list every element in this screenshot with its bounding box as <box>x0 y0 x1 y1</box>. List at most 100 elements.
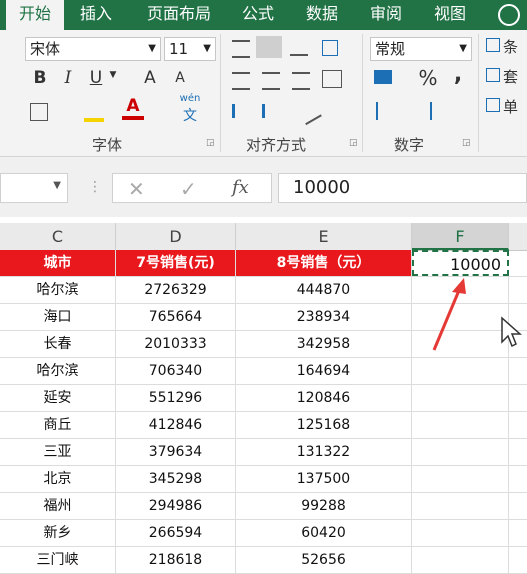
tab-formulas[interactable]: 公式 <box>232 0 284 30</box>
dialog-launcher-icon[interactable]: ◲ <box>206 138 215 148</box>
align-center-icon[interactable] <box>262 72 280 90</box>
wrap-text-icon[interactable] <box>322 40 338 56</box>
comma-style-button[interactable]: , <box>450 62 466 87</box>
cell-city[interactable]: 北京 <box>0 466 116 492</box>
cell-july7-sales[interactable]: 765664 <box>116 304 236 330</box>
dialog-launcher-icon[interactable]: ◲ <box>462 138 471 148</box>
align-left-icon[interactable] <box>232 72 250 90</box>
cell-july8-sales[interactable]: 164694 <box>236 358 412 384</box>
cell-july8-sales[interactable]: 444870 <box>236 277 412 303</box>
cell-f[interactable] <box>412 412 509 438</box>
column-header-e[interactable]: E <box>236 223 412 250</box>
shrink-font-button[interactable]: A <box>170 70 190 86</box>
cell-f[interactable] <box>412 547 509 573</box>
cell-july8-sales[interactable]: 125168 <box>236 412 412 438</box>
format-as-table-button[interactable]: 套 <box>486 66 526 87</box>
tab-review[interactable]: 审阅 <box>360 0 412 30</box>
font-name-dropdown[interactable]: 宋体 ▼ <box>25 37 161 61</box>
column-header-f[interactable]: F <box>412 223 509 250</box>
cell-f[interactable] <box>412 466 509 492</box>
header-cell-city[interactable]: 城市 <box>0 250 116 276</box>
cancel-button[interactable]: ✕ <box>128 177 145 201</box>
cell-f[interactable] <box>412 358 509 384</box>
cell-city[interactable]: 三亚 <box>0 439 116 465</box>
tab-page-layout[interactable]: 页面布局 <box>134 0 224 30</box>
cell-f[interactable] <box>412 439 509 465</box>
cell-city[interactable]: 哈尔滨 <box>0 358 116 384</box>
cell-styles-button[interactable]: 单 <box>486 96 526 117</box>
align-top-icon[interactable] <box>232 40 250 58</box>
cell-f[interactable] <box>412 493 509 519</box>
tab-home[interactable]: 开始 <box>6 0 64 30</box>
insert-function-button[interactable]: fx <box>232 177 249 198</box>
italic-button[interactable]: I <box>58 68 78 88</box>
header-cell-july7-sales[interactable]: 7号销售(元) <box>116 250 236 276</box>
cell-city[interactable]: 福州 <box>0 493 116 519</box>
cell-july8-sales[interactable]: 99288 <box>236 493 412 519</box>
cell-july8-sales[interactable]: 60420 <box>236 520 412 546</box>
cell-july7-sales[interactable]: 218618 <box>116 547 236 573</box>
cell-july8-sales[interactable]: 238934 <box>236 304 412 330</box>
underline-button[interactable]: U <box>86 68 106 88</box>
font-size-dropdown[interactable]: 11 ▼ <box>164 37 216 61</box>
phonetic-guide-button[interactable]: 文 <box>176 105 204 125</box>
ribbon-tab-bar: 开始 插入 页面布局 公式 数据 审阅 视图 <box>0 0 527 30</box>
enter-button[interactable]: ✓ <box>180 177 197 201</box>
tab-view[interactable]: 视图 <box>424 0 476 30</box>
align-bottom-icon[interactable] <box>290 44 308 56</box>
grow-font-button[interactable]: A <box>140 68 160 88</box>
column-header-d[interactable]: D <box>116 223 236 250</box>
cell-july7-sales[interactable]: 2726329 <box>116 277 236 303</box>
cell-july8-sales[interactable]: 342958 <box>236 331 412 357</box>
font-color-button[interactable]: A <box>122 96 144 120</box>
bold-button[interactable]: B <box>30 68 50 88</box>
align-middle-icon[interactable] <box>256 36 282 58</box>
tell-me-icon[interactable] <box>498 4 520 26</box>
cell-july7-sales[interactable]: 706340 <box>116 358 236 384</box>
active-cell-f[interactable]: 10000 <box>412 250 509 276</box>
cell-city[interactable]: 长春 <box>0 331 116 357</box>
tab-insert[interactable]: 插入 <box>70 0 122 30</box>
cell-city[interactable]: 海口 <box>0 304 116 330</box>
cell-july7-sales[interactable]: 2010333 <box>116 331 236 357</box>
accounting-format-icon[interactable] <box>374 70 392 84</box>
cell-july8-sales[interactable]: 131322 <box>236 439 412 465</box>
cell-f[interactable] <box>412 385 509 411</box>
increase-decimal-icon[interactable] <box>376 102 400 120</box>
number-format-dropdown[interactable]: 常规 ▼ <box>370 37 472 61</box>
cell-july7-sales[interactable]: 412846 <box>116 412 236 438</box>
name-box[interactable]: ▼ <box>0 173 68 203</box>
cell-city[interactable]: 新乡 <box>0 520 116 546</box>
phonetic-top-label[interactable]: wén <box>176 93 204 104</box>
chevron-down-icon[interactable]: ▼ <box>108 70 118 80</box>
cell-july8-sales[interactable]: 137500 <box>236 466 412 492</box>
percent-style-button[interactable]: % <box>416 66 440 90</box>
borders-icon[interactable] <box>30 103 48 121</box>
merge-center-icon[interactable] <box>322 70 342 88</box>
conditional-formatting-button[interactable]: 条 <box>486 36 526 57</box>
orientation-icon[interactable] <box>296 98 322 126</box>
align-right-icon[interactable] <box>292 72 310 90</box>
cell-city[interactable]: 三门峡 <box>0 547 116 573</box>
cell-july8-sales[interactable]: 52656 <box>236 547 412 573</box>
dialog-launcher-icon[interactable]: ◲ <box>349 138 358 148</box>
cell-f[interactable] <box>412 520 509 546</box>
cell-city[interactable]: 哈尔滨 <box>0 277 116 303</box>
decrease-decimal-icon[interactable] <box>408 102 432 120</box>
cell-july7-sales[interactable]: 294986 <box>116 493 236 519</box>
cell-city[interactable]: 商丘 <box>0 412 116 438</box>
decrease-indent-icon[interactable] <box>232 104 255 118</box>
tab-data[interactable]: 数据 <box>296 0 348 30</box>
cell-july7-sales[interactable]: 379634 <box>116 439 236 465</box>
cell-july8-sales[interactable]: 120846 <box>236 385 412 411</box>
cell-city[interactable]: 延安 <box>0 385 116 411</box>
cell-july7-sales[interactable]: 266594 <box>116 520 236 546</box>
table-row: 商丘 412846 125168 <box>0 412 527 439</box>
fill-color-icon[interactable] <box>84 100 104 122</box>
column-header-c[interactable]: C <box>0 223 116 250</box>
formula-input[interactable]: 10000 <box>278 173 527 203</box>
increase-indent-icon[interactable] <box>262 104 285 118</box>
header-cell-july8-sales[interactable]: 8号销售（元） <box>236 250 412 276</box>
cell-july7-sales[interactable]: 551296 <box>116 385 236 411</box>
cell-july7-sales[interactable]: 345298 <box>116 466 236 492</box>
